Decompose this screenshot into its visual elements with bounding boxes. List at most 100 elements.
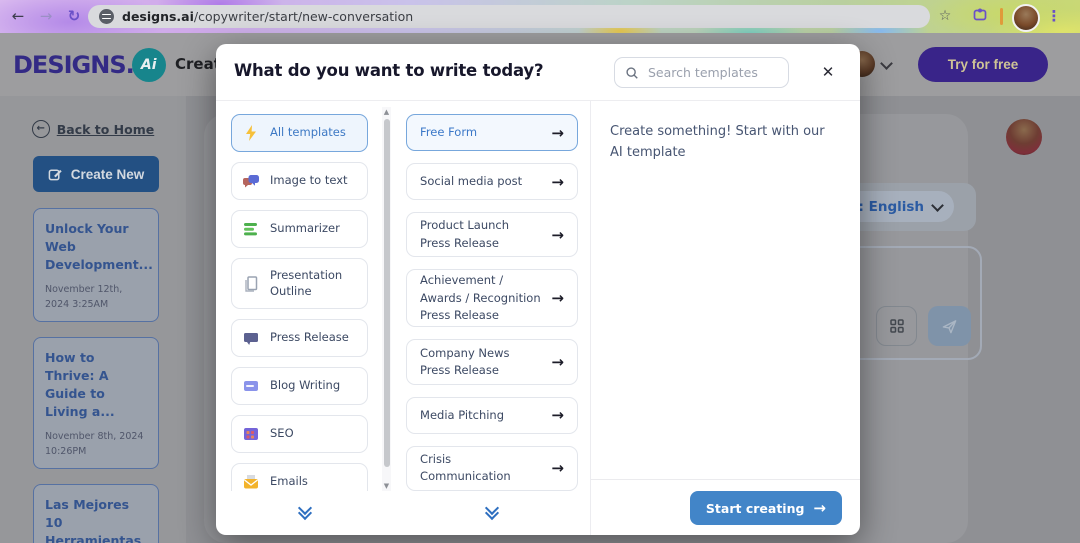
category-item-presentation-outline[interactable]: Presentation Outline	[231, 258, 368, 309]
category-label: Emails	[270, 474, 308, 490]
start-creating-button[interactable]: Start creating →	[690, 491, 842, 525]
logo-text: DESIGNS.	[13, 51, 134, 79]
templates-grid-button[interactable]	[876, 306, 917, 346]
browser-forward-icon[interactable]: →	[34, 4, 58, 28]
seo-icon	[242, 425, 260, 443]
address-bar[interactable]: designs.ai/copywriter/start/new-conversa…	[88, 5, 930, 28]
conversation-title: Unlock Your Web Development...	[45, 220, 147, 274]
category-label: Image to text	[270, 173, 348, 189]
user-message-avatar	[1006, 119, 1042, 155]
arrow-right-icon: →	[551, 226, 564, 244]
close-icon[interactable]: ✕	[814, 58, 842, 86]
summary-list-icon	[242, 220, 260, 238]
categories-more-chevrons[interactable]	[294, 507, 316, 519]
bookmark-star-icon[interactable]: ☆	[933, 4, 957, 28]
url-text: designs.ai/copywriter/start/new-conversa…	[122, 9, 413, 24]
conversations-sidebar: ← Back to Home Create New Unlock Your We…	[0, 96, 187, 543]
account-chevron-down-icon[interactable]	[880, 57, 893, 70]
conversation-timestamp: November 12th, 2024 3:25AM	[45, 283, 147, 312]
modal-title: What do you want to write today?	[234, 61, 543, 80]
conversation-timestamp: November 8th, 2024 10:26PM	[45, 430, 147, 459]
browser-refresh-icon[interactable]: ↻	[62, 4, 86, 28]
conversation-card[interactable]: Las Mejores 10 Herramientas de...Novembe…	[33, 484, 159, 543]
template-item-media-pitching[interactable]: Media Pitching →	[406, 397, 578, 434]
template-label: Product Launch Press Release	[420, 217, 542, 252]
paper-plane-icon	[941, 318, 958, 335]
modal-footer: Start creating →	[591, 479, 860, 535]
category-item-all-templates[interactable]: All templates	[231, 114, 368, 152]
conversation-title: How to Thrive: A Guide to Living a...	[45, 349, 147, 422]
category-item-image-to-text[interactable]: Image to text	[231, 162, 368, 200]
presentation-outline-icon	[242, 275, 260, 293]
browser-toolbar: ← → ↻ designs.ai/copywriter/start/new-co…	[0, 0, 1080, 33]
extensions-puzzle-icon[interactable]	[968, 5, 992, 29]
category-item-blog-writing[interactable]: Blog Writing	[231, 367, 368, 405]
send-button[interactable]	[928, 306, 971, 346]
templates-more-chevrons[interactable]	[481, 507, 503, 519]
arrow-right-icon: →	[551, 406, 564, 424]
template-list: Free Form→Social media post→Product Laun…	[393, 101, 590, 491]
modal-header: What do you want to write today? ✕	[216, 44, 860, 101]
back-arrow-circle-icon: ←	[32, 120, 50, 138]
site-info-icon[interactable]	[99, 9, 114, 24]
template-item-product-launch-press-release[interactable]: Product Launch Press Release →	[406, 212, 578, 257]
template-search[interactable]	[614, 57, 789, 88]
search-icon	[625, 66, 639, 80]
search-input[interactable]	[646, 64, 770, 81]
empty-state-text: Create something! Start with our AI temp…	[591, 101, 860, 164]
logo-ai-badge: Ai	[132, 48, 166, 82]
template-column: Free Form→Social media post→Product Laun…	[393, 101, 590, 535]
browser-back-icon[interactable]: ←	[6, 4, 30, 28]
category-list: All templates Image to text Summarizer Pres…	[216, 101, 393, 491]
template-item-company-news-press-release[interactable]: Company News Press Release →	[406, 339, 578, 384]
category-item-seo[interactable]: SEO	[231, 415, 368, 453]
app-screen: ← → ↻ designs.ai/copywriter/start/new-co…	[0, 0, 1080, 543]
template-label: Crisis Communication	[420, 451, 542, 486]
scrollbar-thumb[interactable]	[384, 119, 390, 467]
template-item-crisis-communication[interactable]: Crisis Communication→	[406, 446, 578, 491]
template-picker-modal: What do you want to write today? ✕ All t…	[216, 44, 860, 535]
category-column: All templates Image to text Summarizer Pres…	[216, 101, 393, 535]
category-label: All templates	[270, 125, 346, 141]
designs-ai-logo[interactable]: DESIGNS. Ai	[13, 48, 166, 82]
blog-writing-icon	[242, 377, 260, 395]
arrow-right-icon: →	[551, 353, 564, 371]
conversation-card[interactable]: Unlock Your Web Development... November 1…	[33, 208, 159, 322]
conversation-title: Las Mejores 10 Herramientas de...	[45, 496, 147, 543]
category-item-summarizer[interactable]: Summarizer	[231, 210, 368, 248]
create-new-button[interactable]: Create New	[33, 156, 159, 192]
emails-icon	[242, 473, 260, 491]
edit-icon	[48, 167, 63, 182]
category-label: Summarizer	[270, 221, 340, 237]
arrow-right-icon: →	[551, 289, 564, 307]
category-label: Presentation Outline	[270, 268, 357, 299]
category-item-emails[interactable]: Emails	[231, 463, 368, 491]
press-release-icon	[242, 329, 260, 347]
conversation-card[interactable]: How to Thrive: A Guide to Living a... Nov…	[33, 337, 159, 469]
category-label: SEO	[270, 426, 294, 442]
category-item-press-release[interactable]: Press Release	[231, 319, 368, 357]
try-for-free-button[interactable]: Try for free	[918, 47, 1048, 82]
grid-icon	[889, 318, 905, 334]
chat-bubbles-icon	[242, 172, 260, 190]
category-label: Blog Writing	[270, 378, 340, 394]
template-item-achievement-awards-recognition-press-release[interactable]: Achievement / Awards / Recognition Press…	[406, 269, 578, 327]
template-item-free-form[interactable]: Free Form→	[406, 114, 578, 151]
template-label: Achievement / Awards / Recognition Press…	[420, 272, 542, 324]
template-label: Social media post	[420, 173, 542, 190]
category-scrollbar[interactable]: ▲ ▼	[382, 107, 391, 491]
browser-profile-avatar[interactable]	[1012, 4, 1040, 32]
arrow-right-icon: →	[551, 173, 564, 191]
category-label: Press Release	[270, 330, 349, 346]
browser-menu-icon[interactable]: ⋮	[1042, 4, 1066, 28]
language-chevron-down-icon	[931, 199, 944, 212]
arrow-right-icon: →	[813, 499, 826, 517]
template-item-social-media-post[interactable]: Social media post →	[406, 163, 578, 200]
arrow-right-icon: →	[551, 124, 564, 142]
profile-accent-bar	[1000, 8, 1003, 25]
template-label: Media Pitching	[420, 407, 542, 424]
template-label: Company News Press Release	[420, 345, 542, 380]
conversation-list: Unlock Your Web Development... November 1…	[33, 208, 159, 543]
lightning-icon	[242, 124, 260, 142]
back-to-home-link[interactable]: ← Back to Home	[0, 120, 186, 138]
